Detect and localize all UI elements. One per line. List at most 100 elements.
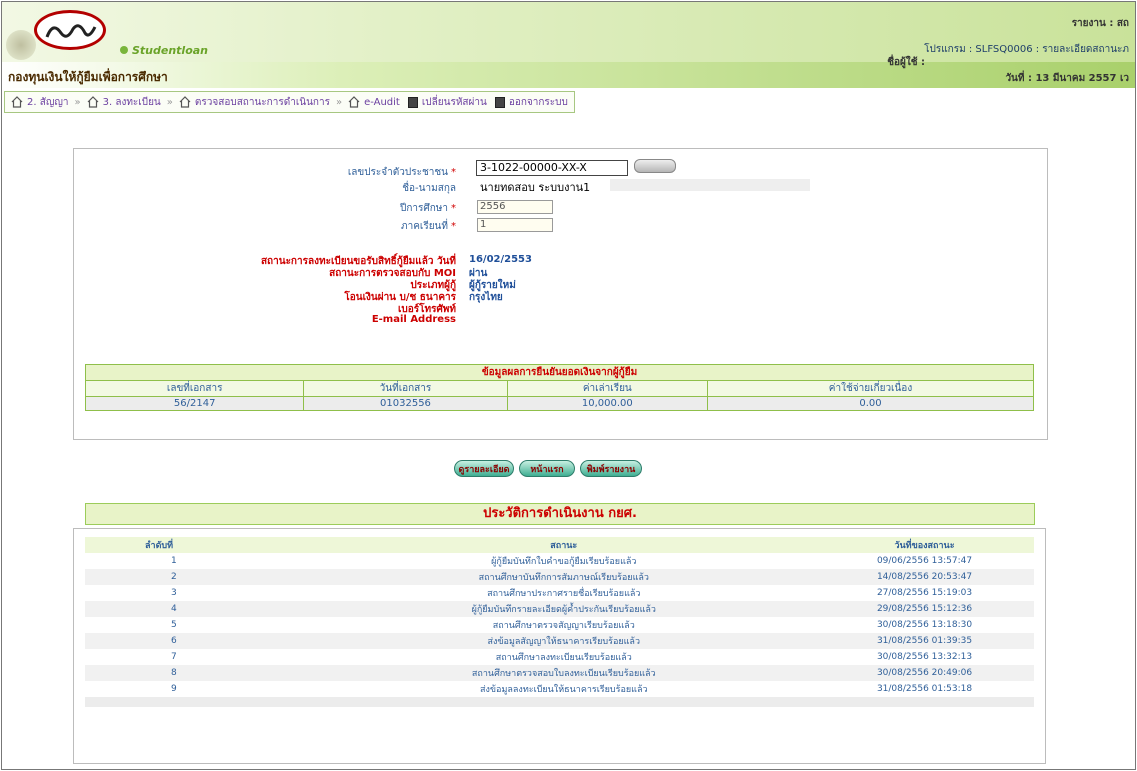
logo: [34, 10, 106, 50]
history-table-row: 6 ส่งข้อมูลสัญญาให้ธนาคารเรียบร้อยแล้ว 31/…: [85, 633, 1034, 649]
history-table-row: 5 สถานศึกษาตรวจสัญญาเรียบร้อยแล้ว 30/08/25…: [85, 617, 1034, 633]
history-table-cell: 30/08/2556 13:18:30: [876, 620, 973, 630]
document-icon: [407, 96, 418, 108]
history-table-row: 9 ส่งข้อมูลลงทะเบียนให้ธนาคารเรียบร้อยแล้…: [85, 681, 1034, 697]
history-table-row: 3 สถานศึกษาประกาศรายชื่อเรียบร้อยแล้ว 27/0…: [85, 585, 1034, 601]
app-header: Studentloan กองทุนเงินให้กู้ยืมเพื่อการศ…: [2, 2, 1135, 88]
history-table-cell: 14/08/2556 20:53:47: [815, 569, 1034, 585]
academic-year-input[interactable]: 2556: [477, 200, 553, 214]
status-value: กรุงไทย: [469, 292, 503, 303]
student-info-panel: เลขประจำตัวประชาชน * 3-1022-00000-XX-X ชื…: [73, 148, 1048, 440]
home-icon: [87, 96, 99, 108]
history-table-cell: ส่งข้อมูลสัญญาให้ธนาคารเรียบร้อยแล้ว: [312, 633, 816, 649]
menu-separator: »: [166, 96, 173, 108]
history-table-cell: ผู้กู้ยืมบันทึกใบคำขอกู้ยืมเรียบร้อยแล้ว: [491, 557, 637, 567]
history-table: ลำดับที่ สถานะ วันที่ของสถานะ 1 ผู้กู้ยืมบั…: [85, 537, 1034, 707]
menu-item-label: ออกจากระบบ: [508, 96, 568, 108]
history-table-header: สถานะ: [312, 537, 816, 553]
menu-item-4[interactable]: e-Audit: [348, 96, 400, 108]
history-table-cell: สถานศึกษาลงทะเบียนเรียบร้อยแล้ว: [495, 653, 632, 663]
name-label: ชื่อ-นามสกุล: [402, 183, 456, 194]
term-input[interactable]: 1: [477, 218, 553, 232]
menu-item-5[interactable]: เปลี่ยนรหัสผ่าน: [407, 95, 487, 110]
history-table-header: ลำดับที่: [85, 537, 313, 553]
user-name-label: ชื่อผู้ใช้ :: [887, 57, 925, 68]
history-table-row: 8 สถานศึกษาตรวจสอบใบลงทะเบียนเรียบร้อยแล้…: [85, 665, 1034, 681]
name-value: นายทดสอบ ระบบงาน1: [480, 181, 591, 194]
program-label: โปรแกรม : SLFSQ0006 : รายละเอียดสถานะภ: [924, 44, 1129, 55]
loan-table-cell: 10,000.00: [506, 396, 709, 411]
loan-table-header: วันที่เอกสาร: [303, 380, 508, 397]
status-value: 16/02/2553: [469, 254, 532, 265]
date-label: วันที่ : 13 มีนาคม 2557 เว: [1005, 73, 1129, 84]
details-button[interactable]: ดูรายละเอียด: [454, 460, 514, 477]
history-table-cell: 09/06/2556 13:57:47: [876, 556, 973, 566]
home-icon: [11, 96, 23, 108]
history-table-cell: 5: [171, 620, 177, 630]
menu-item-1[interactable]: 2. สัญญา: [11, 95, 68, 110]
loan-table-caption: ข้อมูลผลการยืนยันยอดเงินจากผู้กู้ยืม: [85, 364, 1034, 381]
history-table-cell: 3: [171, 588, 177, 598]
home-button[interactable]: หน้าแรก: [519, 460, 575, 477]
menu-separator: »: [74, 96, 81, 108]
id-label: เลขประจำตัวประชาชน *: [347, 167, 456, 178]
history-title: ประวัติการดำเนินงาน กยศ.: [85, 503, 1035, 525]
history-table-cell: สถานศึกษาตรวจสอบใบลงทะเบียนเรียบร้อยแล้ว: [312, 665, 816, 681]
history-table-cell: ส่งข้อมูลลงทะเบียนให้ธนาคารเรียบร้อยแล้ว: [480, 685, 648, 695]
id-search-button[interactable]: [634, 159, 676, 173]
brand-text: Studentloan: [132, 44, 209, 57]
name-extra-field: [610, 179, 810, 191]
menu-separator: »: [335, 96, 343, 108]
loan-table-cell: 01032556: [303, 396, 508, 411]
menu-item-3[interactable]: ตรวจสอบสถานะการดำเนินการ: [179, 95, 330, 110]
history-table-cell: สถานศึกษาบันทึกการสัมภาษณ์เรียบร้อยแล้ว: [312, 569, 816, 585]
term-label: ภาคเรียนที่ *: [401, 221, 456, 232]
organization-name: กองทุนเงินให้กู้ยืมเพื่อการศึกษา: [8, 70, 168, 84]
loan-table-row: 56/2147 01032556 10,000.00 0.00: [84, 396, 1034, 411]
required-mark: *: [451, 167, 456, 178]
menu-item-6[interactable]: ออกจากระบบ: [494, 95, 568, 110]
history-table-cell: 6: [85, 633, 313, 649]
history-table-row: 2 สถานศึกษาบันทึกการสัมภาษณ์เรียบร้อยแล้ว…: [85, 569, 1034, 585]
history-table-cell: 9: [171, 684, 177, 694]
menu-item-label: e-Audit: [364, 96, 400, 108]
history-table-cell: 31/08/2556 01:39:35: [815, 633, 1034, 649]
home-icon: [179, 96, 191, 108]
logo-decoration: [6, 30, 36, 60]
main-menu: 2. สัญญา » 3. ลงทะเบียน » ตรวจสอบสถานะการดำเ…: [4, 91, 575, 113]
history-table-cell: ผู้กู้ยืมบันทึกรายละเอียดผู้ค้ำประกันเรี…: [312, 601, 816, 617]
menu-item-2[interactable]: 3. ลงทะเบียน: [87, 95, 161, 110]
history-table-cell: 4: [85, 601, 313, 617]
history-table-row: 4 ผู้กู้ยืมบันทึกรายละเอียดผู้ค้ำประกันเร…: [85, 601, 1034, 617]
loan-table-header: เลขที่เอกสาร: [84, 380, 305, 397]
loan-table-header: ค่าใช้จ่ายเกี่ยวเนื่อง: [707, 380, 1034, 397]
history-table-row: 7 สถานศึกษาลงทะเบียนเรียบร้อยแล้ว 30/08/25…: [85, 649, 1034, 665]
menu-item-label: เปลี่ยนรหัสผ่าน: [421, 96, 487, 108]
menu-item-label: ตรวจสอบสถานะการดำเนินการ: [194, 96, 330, 108]
history-table-cell: 8: [85, 665, 313, 681]
report-label: รายงาน : สถ: [1071, 18, 1129, 29]
history-table-row: 1 ผู้กู้ยืมบันทึกใบคำขอกู้ยืมเรียบร้อยแล้…: [85, 553, 1034, 569]
id-field[interactable]: 3-1022-00000-XX-X: [476, 160, 628, 176]
header-band: [2, 62, 1135, 88]
history-table-cell: 30/08/2556 13:32:13: [876, 652, 973, 662]
menu-item-label: 2. สัญญา: [27, 96, 69, 108]
loan-table-cell: 0.00: [707, 396, 1034, 411]
history-table-cell: 1: [171, 556, 177, 566]
history-table-cell: 29/08/2556 15:12:36: [815, 601, 1034, 617]
history-table-cell: สถานศึกษาตรวจสัญญาเรียบร้อยแล้ว: [492, 621, 635, 631]
year-label: ปีการศึกษา *: [400, 203, 456, 214]
history-table-cell: สถานศึกษาประกาศรายชื่อเรียบร้อยแล้ว: [487, 589, 641, 599]
loan-table-cell: 56/2147: [84, 396, 305, 411]
history-table-header: วันที่ของสถานะ: [815, 537, 1034, 553]
home-icon: [348, 96, 360, 108]
logo-mark-icon: [45, 24, 97, 38]
history-table-cell: 7: [171, 652, 177, 662]
print-report-button[interactable]: พิมพ์รายงาน: [580, 460, 642, 477]
required-mark: *: [451, 203, 456, 214]
history-table-cell: 27/08/2556 15:19:03: [876, 588, 973, 598]
required-mark: *: [451, 221, 456, 232]
status-label: E-mail Address: [371, 314, 456, 325]
menu-item-label: 3. ลงทะเบียน: [102, 96, 161, 108]
history-table-cell: 30/08/2556 20:49:06: [815, 665, 1034, 681]
